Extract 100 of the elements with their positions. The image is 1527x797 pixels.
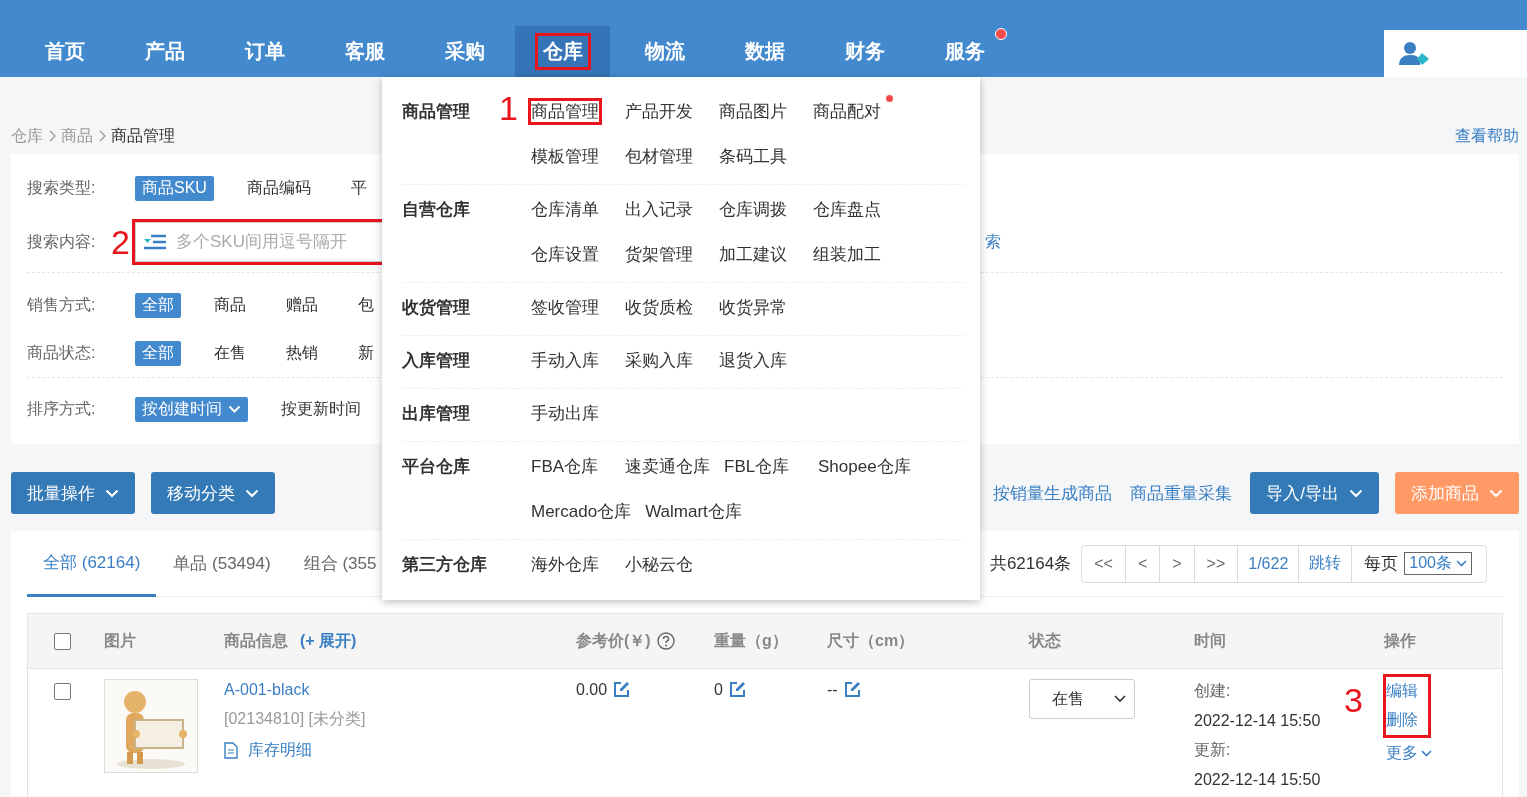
dropdown-button[interactable]: 批量操作: [11, 472, 135, 514]
menu-item[interactable]: 商品图片: [719, 101, 787, 122]
menu-item[interactable]: 收货质检: [625, 297, 693, 318]
filter-option[interactable]: 赠品: [279, 292, 325, 318]
menu-item[interactable]: 收货异常: [719, 297, 787, 318]
filter-option[interactable]: 新: [351, 340, 381, 366]
menu-item[interactable]: 包材管理: [625, 146, 693, 167]
expand-link[interactable]: (+ 展开): [300, 630, 357, 652]
per-page-label: 每页: [1364, 553, 1399, 575]
nav-tab[interactable]: 采购: [415, 26, 515, 77]
menu-item[interactable]: FBL仓库: [724, 456, 790, 477]
sku-link[interactable]: A-001-black: [224, 681, 310, 699]
filter-option[interactable]: 在售: [207, 340, 253, 366]
menu-item[interactable]: 手动入库: [531, 350, 599, 371]
filter-option[interactable]: 全部: [135, 340, 181, 366]
column-header: 参考价(￥): [576, 630, 651, 651]
column-header: 操作: [1384, 630, 1416, 651]
tab[interactable]: 单品 (53494): [157, 531, 287, 596]
chevron-down-icon: [1421, 750, 1432, 757]
toolbar-link[interactable]: 按销量生成商品: [993, 481, 1113, 505]
document-icon: [224, 742, 238, 759]
menu-item[interactable]: 模板管理: [531, 146, 599, 167]
menu-section-title: 出库管理: [402, 404, 470, 423]
nav-tab[interactable]: 仓库: [515, 26, 610, 77]
nav-tab[interactable]: 物流: [615, 26, 715, 77]
nav-tab[interactable]: 财务: [815, 26, 915, 77]
menu-item[interactable]: 货架管理: [625, 244, 693, 265]
filter-option[interactable]: 商品: [207, 292, 253, 318]
menu-item[interactable]: Mercado仓库: [531, 501, 632, 522]
chevron-right-icon: [48, 130, 56, 142]
column-header: 商品信息: [224, 630, 288, 651]
nav-tab[interactable]: 订单: [215, 26, 315, 77]
menu-item[interactable]: 组装加工: [813, 244, 881, 265]
menu-item[interactable]: 小秘云仓: [625, 554, 693, 575]
callout-number: 2: [111, 225, 131, 259]
filter-option[interactable]: 热销: [279, 340, 325, 366]
row-checkbox[interactable]: [53, 683, 71, 700]
filter-label: 搜索内容:: [27, 232, 96, 250]
more-link[interactable]: 更多: [1386, 743, 1432, 764]
per-page-select[interactable]: 100条: [1404, 552, 1472, 575]
weight-value: 0: [714, 681, 723, 699]
stock-detail-link[interactable]: 库存明细: [224, 740, 312, 761]
updated-label: 更新:: [1194, 740, 1231, 760]
select-all-checkbox[interactable]: [53, 632, 71, 650]
menu-item[interactable]: Walmart仓库: [645, 501, 742, 522]
help-link[interactable]: 查看帮助: [1455, 125, 1519, 147]
menu-item[interactable]: 商品管理: [531, 101, 599, 122]
filter-option[interactable]: 商品编码: [239, 175, 318, 201]
page-button[interactable]: <: [1125, 545, 1161, 582]
filter-option[interactable]: 平: [343, 175, 374, 201]
menu-item[interactable]: 条码工具: [719, 146, 787, 167]
nav-tab[interactable]: 首页: [15, 26, 115, 77]
menu-item[interactable]: 海外仓库: [531, 554, 599, 575]
menu-item[interactable]: 出入记录: [625, 199, 693, 220]
page-button[interactable]: <<: [1082, 545, 1126, 582]
menu-item[interactable]: 仓库盘点: [813, 199, 881, 220]
menu-item[interactable]: 签收管理: [531, 297, 599, 318]
search-link[interactable]: 索: [985, 231, 1001, 253]
nav-tab[interactable]: 产品: [115, 26, 215, 77]
jump-button[interactable]: 跳转: [1299, 545, 1353, 582]
chevron-down-icon: [1114, 695, 1126, 703]
filter-option[interactable]: 包: [351, 292, 381, 318]
edit-icon[interactable]: [613, 681, 631, 698]
list-icon: [144, 234, 166, 250]
dropdown-button[interactable]: 移动分类: [151, 472, 275, 514]
filter-option[interactable]: 全部: [135, 292, 181, 318]
menu-item[interactable]: 仓库清单: [531, 199, 599, 220]
page-button[interactable]: >>: [1194, 545, 1239, 582]
user-panel[interactable]: [1384, 30, 1527, 77]
toolbar-link[interactable]: 商品重量采集: [1130, 481, 1233, 505]
dropdown-button[interactable]: 导入/导出: [1250, 472, 1379, 514]
action-link[interactable]: 删除: [1386, 710, 1418, 731]
menu-item[interactable]: 仓库设置: [531, 244, 599, 265]
nav-tab[interactable]: 服务: [915, 26, 1015, 77]
menu-item[interactable]: 加工建议: [719, 244, 787, 265]
tab[interactable]: 全部 (62164): [27, 531, 157, 597]
menu-item[interactable]: Shopee仓库: [818, 456, 911, 477]
menu-item[interactable]: 仓库调拨: [719, 199, 787, 220]
edit-icon[interactable]: [843, 681, 861, 698]
menu-item[interactable]: 退货入库: [719, 350, 787, 371]
filter-option[interactable]: 商品SKU: [135, 175, 214, 201]
menu-item[interactable]: 手动出库: [531, 403, 599, 424]
status-select[interactable]: 在售: [1029, 679, 1135, 719]
edit-icon[interactable]: [728, 681, 746, 698]
chevron-right-icon: [98, 130, 106, 142]
price-value: 0.00: [576, 681, 608, 699]
action-link[interactable]: 编辑: [1386, 681, 1418, 702]
column-header: 重量（g）: [714, 630, 788, 651]
chevron-down-icon: [1489, 488, 1503, 498]
menu-item[interactable]: 采购入库: [625, 350, 693, 371]
menu-item[interactable]: 速卖通仓库: [625, 456, 710, 477]
nav-tab[interactable]: 数据: [715, 26, 815, 77]
menu-item[interactable]: 商品配对: [813, 101, 881, 122]
filter-option[interactable]: 按创建时间: [135, 396, 248, 422]
filter-option[interactable]: 按更新时间: [274, 396, 368, 422]
callout-number: 3: [1344, 683, 1363, 717]
menu-item[interactable]: FBA仓库: [531, 456, 599, 477]
page-button[interactable]: >: [1160, 545, 1195, 582]
nav-tab[interactable]: 客服: [315, 26, 415, 77]
menu-item[interactable]: 产品开发: [625, 101, 693, 122]
